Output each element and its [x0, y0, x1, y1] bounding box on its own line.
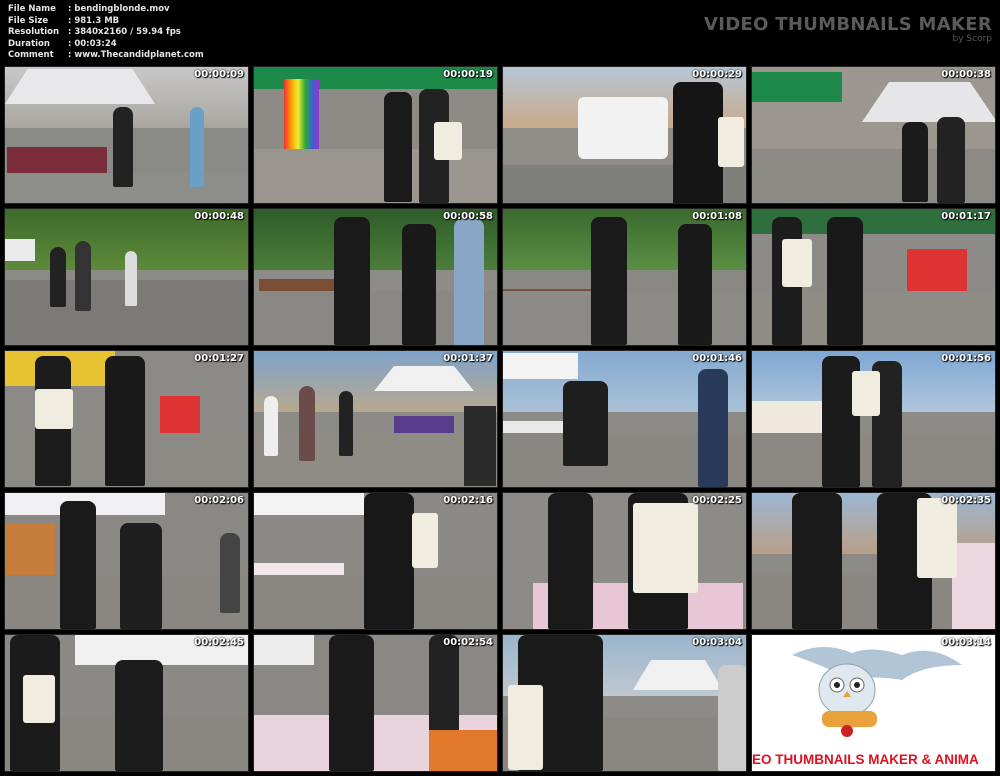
- timestamp: 00:02:35: [941, 495, 991, 506]
- meta-value: : www.Thecandidplanet.com: [68, 50, 204, 61]
- thumbnail-frame[interactable]: 00:01:17: [751, 208, 996, 346]
- meta-row-comment: Comment : www.Thecandidplanet.com: [8, 50, 204, 62]
- meta-row-filename: File Name : bendingblonde.mov: [8, 4, 204, 16]
- meta-value: : 00:03:24: [68, 38, 117, 49]
- timestamp: 00:00:48: [194, 211, 244, 222]
- thumbnail-frame[interactable]: 00:02:45: [4, 634, 249, 772]
- meta-value: : 3840x2160 / 59.94 fps: [68, 27, 181, 38]
- thumbnail-frame[interactable]: 00:02:54: [253, 634, 498, 772]
- thumbnail-frame[interactable]: 00:00:48: [4, 208, 249, 346]
- thumbnail-grid: 00:00:09 00:00:19 00:00:29 00:00:38 00:0…: [0, 66, 1000, 776]
- thumbnail-frame[interactable]: 00:01:27: [4, 350, 249, 488]
- timestamp: 00:01:08: [692, 211, 742, 222]
- timestamp: 00:00:09: [194, 69, 244, 80]
- timestamp: 00:01:37: [443, 353, 493, 364]
- thumbnail-frame[interactable]: 00:01:08: [502, 208, 747, 346]
- meta-row-resolution: Resolution : 3840x2160 / 59.94 fps: [8, 27, 204, 39]
- meta-row-duration: Duration : 00:03:24: [8, 39, 204, 51]
- thumbnail-frame[interactable]: 00:02:25: [502, 492, 747, 630]
- timestamp: 00:02:54: [443, 637, 493, 648]
- thumbnail-frame[interactable]: 00:00:29: [502, 66, 747, 204]
- timestamp: 00:02:06: [194, 495, 244, 506]
- thumbnail-frame[interactable]: 00:02:16: [253, 492, 498, 630]
- timestamp: 00:00:19: [443, 69, 493, 80]
- meta-value: : bendingblonde.mov: [68, 4, 170, 14]
- timestamp: 00:01:46: [692, 353, 742, 364]
- brand-subtitle: by Scorp: [952, 34, 992, 44]
- thumbnail-frame[interactable]: 00:01:37: [253, 350, 498, 488]
- timestamp: 00:03:14: [941, 637, 991, 648]
- meta-value: : 981.3 MB: [68, 15, 120, 26]
- logo-banner-text: EO THUMBNAILS MAKER & ANIMA: [752, 752, 979, 767]
- thumbnail-frame[interactable]: 00:02:06: [4, 492, 249, 630]
- file-metadata: File Name : bendingblonde.mov File Size …: [8, 4, 204, 62]
- thumbnail-frame[interactable]: 00:01:56: [751, 350, 996, 488]
- info-header: File Name : bendingblonde.mov File Size …: [0, 0, 1000, 66]
- meta-key: Resolution: [8, 27, 60, 38]
- meta-row-filesize: File Size : 981.3 MB: [8, 16, 204, 28]
- brand-watermark: VIDEO THUMBNAILS MAKER by Scorp: [704, 14, 992, 44]
- meta-key: Comment: [8, 50, 54, 61]
- brand-title: VIDEO THUMBNAILS MAKER: [704, 14, 992, 35]
- thumbnail-frame[interactable]: 00:00:38: [751, 66, 996, 204]
- thumbnail-frame[interactable]: 00:02:35: [751, 492, 996, 630]
- meta-key: Duration: [8, 38, 50, 49]
- meta-key: File Name: [8, 4, 56, 14]
- timestamp: 00:01:17: [941, 211, 991, 222]
- meta-key: File Size: [8, 15, 49, 26]
- timestamp: 00:02:16: [443, 495, 493, 506]
- timestamp: 00:02:25: [692, 495, 742, 506]
- timestamp: 00:00:58: [443, 211, 493, 222]
- timestamp: 00:02:45: [194, 637, 244, 648]
- timestamp: 00:01:27: [194, 353, 244, 364]
- timestamp: 00:01:56: [941, 353, 991, 364]
- timestamp: 00:03:04: [692, 637, 742, 648]
- timestamp: 00:00:38: [941, 69, 991, 80]
- timestamp: 00:00:29: [692, 69, 742, 80]
- thumbnail-frame[interactable]: 00:01:46: [502, 350, 747, 488]
- logo-frame[interactable]: EO THUMBNAILS MAKER & ANIMA 00:03:14: [751, 634, 996, 772]
- thumbnail-frame[interactable]: 00:03:04: [502, 634, 747, 772]
- thumbnail-frame[interactable]: 00:00:58: [253, 208, 498, 346]
- thumbnail-frame[interactable]: 00:00:09: [4, 66, 249, 204]
- thumbnail-frame[interactable]: 00:00:19: [253, 66, 498, 204]
